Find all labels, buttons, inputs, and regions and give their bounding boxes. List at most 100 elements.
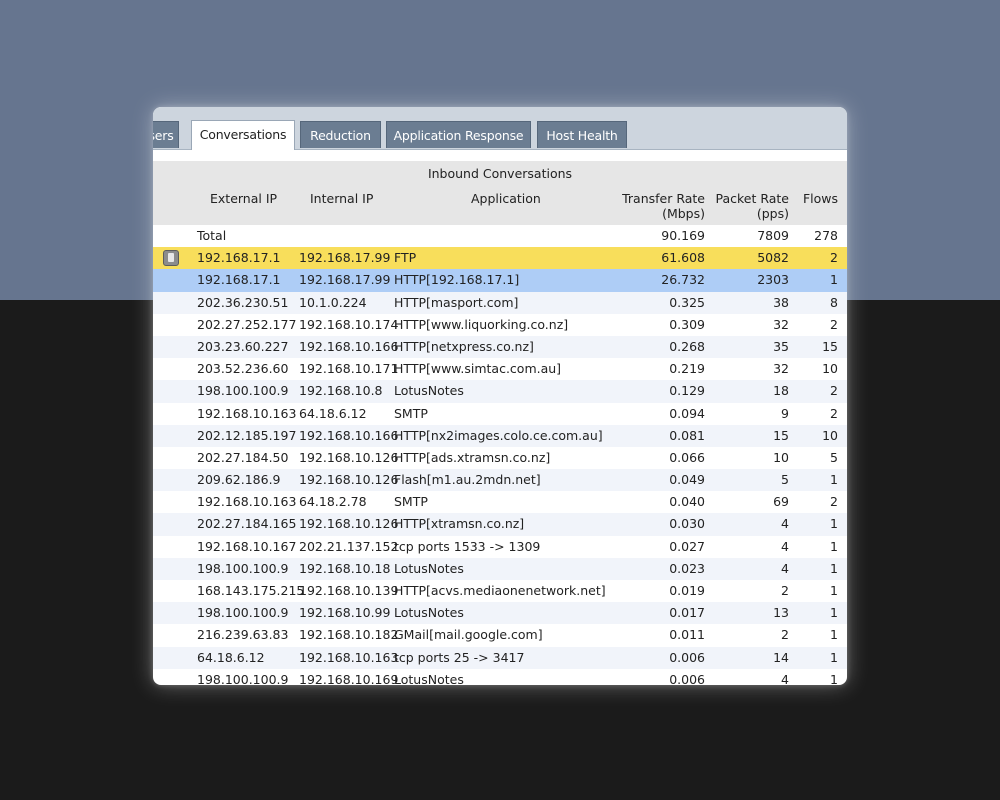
internal-ip-cell: 192.168.10.139 [299, 583, 399, 598]
internal-ip-cell: 192.168.10.182 [299, 627, 399, 643]
flows-cell: 2 [830, 405, 838, 421]
tab-application-response[interactable]: Application Response [386, 121, 531, 148]
tab-reduction[interactable]: Reduction [300, 121, 381, 148]
tab-users[interactable]: sers [153, 121, 179, 148]
external-ip-cell: 202.27.252.177 [197, 316, 297, 332]
application-cell: Flash[m1.au.2mdn.net] [394, 472, 541, 488]
tab-bar: sers Conversations Reduction Application… [153, 107, 847, 150]
internal-ip-cell: 192.168.17.99 [299, 250, 391, 266]
flows-cell: 1 [830, 560, 838, 576]
packet-rate-cell: 15 [773, 427, 789, 443]
application-cell: tcp ports 1533 -> 1309 [394, 538, 541, 554]
flows-cell: 1 [830, 605, 838, 621]
packet-rate-cell: 4 [781, 560, 789, 576]
transfer-rate-cell: 0.006 [669, 671, 705, 685]
application-cell: LotusNotes [394, 671, 464, 685]
transfer-rate-cell: 0.027 [669, 538, 705, 554]
flows-cell: 2 [830, 250, 838, 266]
application-cell: LotusNotes [394, 605, 464, 621]
transfer-rate-cell: 0.129 [669, 383, 705, 399]
table-row[interactable]: 198.100.100.9 192.168.10.8 LotusNotes 0.129… [153, 380, 847, 403]
table-row[interactable]: 202.27.184.50 192.168.10.126 HTTP[ads.xtra… [153, 447, 847, 469]
table-row[interactable]: 198.100.100.9 192.168.10.18 LotusNotes 0.02… [153, 557, 847, 580]
table-row[interactable]: 192.168.17.1 192.168.17.99 HTTP[192.168.17… [153, 269, 847, 292]
external-ip-cell: 216.239.63.83 [197, 627, 289, 643]
total-flows: 278 [814, 228, 838, 243]
internal-ip-cell: 192.168.10.163 [299, 649, 399, 665]
application-cell: FTP [394, 250, 417, 266]
transfer-rate-cell: 0.017 [669, 605, 705, 621]
column-header-flows[interactable]: Flows [803, 191, 838, 206]
column-header-internal-ip[interactable]: Internal IP [310, 191, 373, 206]
internal-ip-cell: 192.168.10.126 [299, 472, 399, 488]
table-row[interactable]: 202.27.184.165 192.168.10.126 HTTP[xtramsn… [153, 513, 847, 536]
external-ip-cell: 64.18.6.12 [197, 649, 265, 665]
external-ip-cell: 209.62.186.9 [197, 472, 281, 488]
table-row[interactable]: 192.168.17.1 192.168.17.99 FTP 61.608 5082 2 [153, 247, 847, 270]
table-row[interactable]: 203.52.236.60 192.168.10.171 HTTP[www.simt… [153, 358, 847, 380]
table-row[interactable]: 202.27.252.177 192.168.10.174 HTTP[www.liq… [153, 314, 847, 336]
table-row[interactable]: 202.36.230.51 10.1.0.224 HTTP[masport.com]… [153, 291, 847, 314]
column-header-external-ip[interactable]: External IP [210, 191, 277, 206]
application-cell: GMail[mail.google.com] [394, 627, 543, 643]
external-ip-cell: 203.52.236.60 [197, 361, 289, 377]
transfer-rate-cell: 0.094 [669, 405, 705, 421]
table-row[interactable]: 192.168.10.163 64.18.6.12 SMTP 0.094 9 2 [153, 403, 847, 425]
transfer-rate-cell: 0.081 [669, 427, 705, 443]
table-row[interactable]: 64.18.6.12 192.168.10.163 tcp ports 25 -> … [153, 646, 847, 669]
application-cell: HTTP[xtramsn.co.nz] [394, 516, 525, 532]
table-row[interactable]: 198.100.100.9 192.168.10.169 LotusNotes 0.0… [153, 669, 847, 685]
transfer-rate-unit: (Mbps) [662, 206, 705, 221]
application-cell: LotusNotes [394, 560, 464, 576]
table-row[interactable]: 203.23.60.227 192.168.10.166 HTTP[netxpres… [153, 335, 847, 359]
table-row[interactable]: 198.100.100.9 192.168.10.99 LotusNotes 0.01… [153, 602, 847, 625]
column-header-transfer-rate[interactable]: Transfer Rate (Mbps) [622, 191, 705, 221]
packet-rate-cell: 2 [781, 583, 789, 598]
transfer-rate-label: Transfer Rate [622, 191, 705, 206]
application-cell: HTTP[192.168.17.1] [394, 272, 520, 288]
internal-ip-cell: 192.168.10.166 [299, 338, 399, 354]
external-ip-cell: 198.100.100.9 [197, 671, 289, 685]
flows-cell: 8 [830, 294, 838, 310]
external-ip-cell: 192.168.17.1 [197, 272, 281, 288]
internal-ip-cell: 192.168.10.18 [299, 560, 391, 576]
packet-rate-cell: 35 [773, 338, 789, 354]
total-transfer-rate: 90.169 [661, 228, 705, 243]
transfer-rate-cell: 0.268 [669, 338, 705, 354]
application-cell: HTTP[ads.xtramsn.co.nz] [394, 449, 551, 465]
flows-cell: 10 [822, 361, 838, 377]
external-ip-cell: 192.168.10.167 [197, 538, 297, 554]
transfer-rate-cell: 0.019 [669, 583, 705, 598]
table-row[interactable]: 192.168.10.167 202.21.137.152 tcp ports 15… [153, 536, 847, 558]
application-cell: SMTP [394, 405, 428, 421]
column-header-packet-rate[interactable]: Packet Rate (pps) [715, 191, 789, 221]
table-row[interactable]: 209.62.186.9 192.168.10.126 Flash[m1.au.2m… [153, 469, 847, 492]
transfer-rate-cell: 61.608 [661, 250, 705, 266]
packet-rate-cell: 9 [781, 405, 789, 421]
flows-cell: 15 [822, 338, 838, 354]
packet-rate-cell: 2 [781, 627, 789, 643]
flows-cell: 1 [830, 583, 838, 598]
table-row[interactable]: 216.239.63.83 192.168.10.182 GMail[mail.go… [153, 624, 847, 646]
column-header-application[interactable]: Application [471, 191, 541, 206]
external-ip-cell: 168.143.175.215 [197, 583, 305, 598]
device-icon[interactable] [163, 250, 179, 267]
tab-conversations[interactable]: Conversations [191, 120, 295, 150]
packet-rate-cell: 69 [773, 494, 789, 510]
internal-ip-cell: 10.1.0.224 [299, 294, 367, 310]
packet-rate-cell: 38 [773, 294, 789, 310]
internal-ip-cell: 192.168.10.99 [299, 605, 391, 621]
packet-rate-cell: 5 [781, 472, 789, 488]
flows-cell: 2 [830, 383, 838, 399]
table-row[interactable]: 192.168.10.163 64.18.2.78 SMTP 0.040 69 2 [153, 491, 847, 513]
table-row[interactable]: 168.143.175.215 192.168.10.139 HTTP[acvs.m… [153, 580, 847, 602]
transfer-rate-cell: 0.040 [669, 494, 705, 510]
tab-host-health[interactable]: Host Health [537, 121, 627, 148]
application-cell: HTTP[www.simtac.com.au] [394, 361, 562, 377]
table-row[interactable]: 202.12.185.197 192.168.10.166 HTTP[nx2imag… [153, 424, 847, 447]
total-row: Total 90.169 7809 278 [153, 225, 847, 247]
flows-cell: 1 [830, 627, 838, 643]
external-ip-cell: 198.100.100.9 [197, 383, 289, 399]
application-cell: HTTP[nx2images.colo.ce.com.au] [394, 427, 603, 443]
flows-cell: 5 [830, 449, 838, 465]
